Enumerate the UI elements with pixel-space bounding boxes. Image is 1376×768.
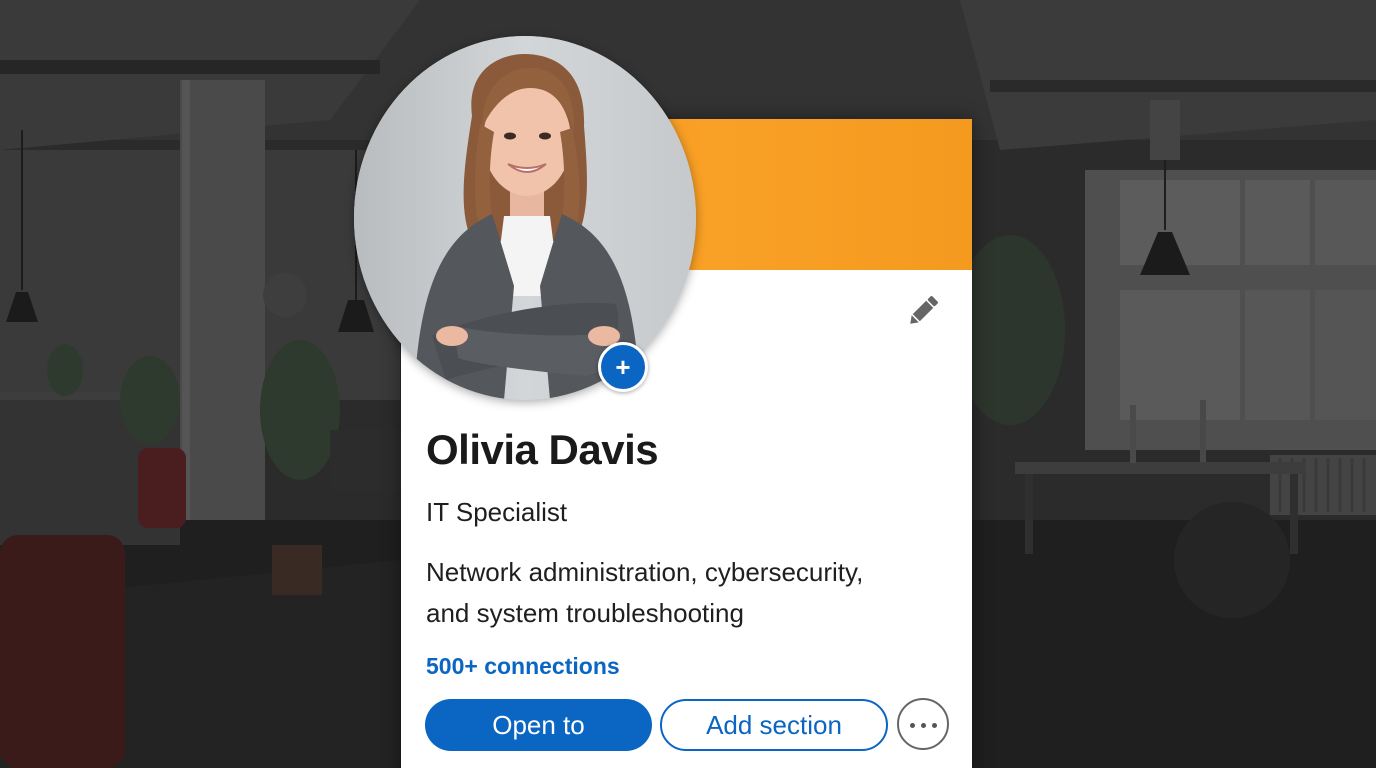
open-to-button[interactable]: Open to [425, 699, 652, 751]
connections-link[interactable]: 500+ connections [426, 653, 620, 680]
profile-name: Olivia Davis [426, 426, 659, 473]
about-line: Network administration, cybersecurity, [426, 557, 864, 587]
pencil-icon [910, 296, 938, 324]
edit-profile-button[interactable] [901, 289, 945, 333]
more-dots-icon [907, 715, 940, 733]
plus-icon: + [615, 352, 631, 382]
about-line: and system troubleshooting [426, 598, 744, 628]
add-section-button[interactable]: Add section [660, 699, 888, 751]
avatar [354, 36, 696, 400]
profile-photo[interactable] [354, 36, 696, 400]
profile-about: Network administration, cybersecurity, a… [426, 552, 863, 634]
more-actions-button[interactable] [897, 698, 949, 750]
profile-headline: IT Specialist [426, 497, 568, 527]
page: + Olivia Davis IT Specialist Network adm… [0, 0, 1376, 768]
add-photo-button[interactable]: + [598, 342, 648, 392]
